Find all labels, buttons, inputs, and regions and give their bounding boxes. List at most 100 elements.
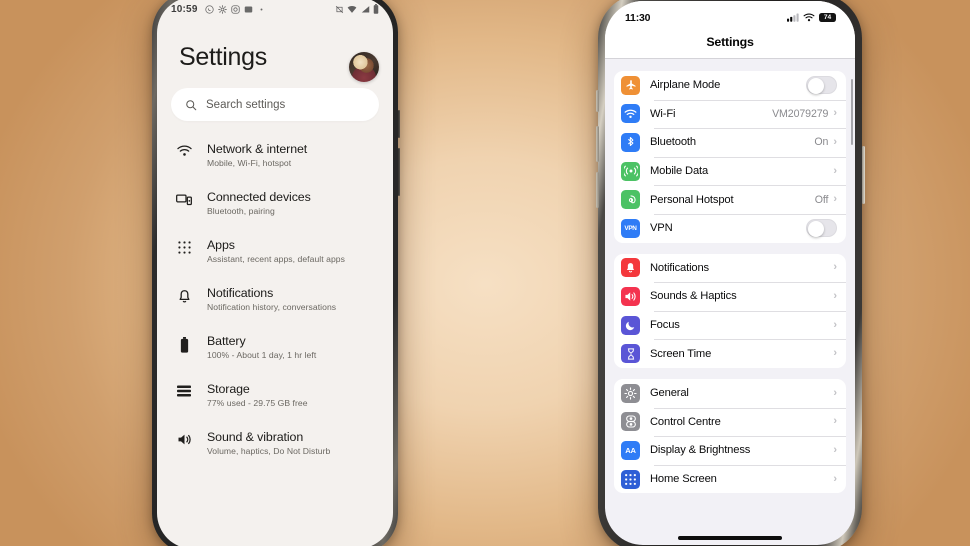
settings-row-bluetooth[interactable]: Bluetooth On › bbox=[614, 128, 846, 157]
search-icon bbox=[186, 99, 197, 110]
chevron-right-icon: › bbox=[833, 415, 837, 428]
settings-row-display-brightness[interactable]: AA Display & Brightness › bbox=[614, 436, 846, 465]
vpn-icon: VPN bbox=[621, 218, 640, 238]
avatar[interactable] bbox=[349, 52, 379, 82]
scrollbar[interactable] bbox=[850, 79, 853, 145]
settings-row-home-screen[interactable]: Home Screen › bbox=[614, 464, 846, 494]
android-status-right-icons bbox=[335, 4, 380, 14]
row-value: On bbox=[814, 136, 829, 149]
row-subtitle: 100% - About 1 day, 1 hr left bbox=[207, 350, 317, 360]
chevron-right-icon: › bbox=[833, 347, 837, 360]
settings-row-screen-time[interactable]: Screen Time › bbox=[614, 339, 846, 368]
row-label: Mobile Data bbox=[650, 165, 709, 178]
iphone-volume-up-button[interactable] bbox=[595, 126, 599, 162]
settings-row-vpn[interactable]: VPN VPN bbox=[614, 213, 846, 243]
row-subtitle: Mobile, Wi-Fi, hotspot bbox=[207, 158, 292, 168]
row-label: Screen Time bbox=[650, 347, 712, 360]
android-volume-button[interactable] bbox=[397, 148, 400, 196]
comparison-stage: 10:59 Settings Search settings Network &… bbox=[0, 0, 970, 546]
settings-row-storage[interactable]: Storage 77% used - 29.75 GB free bbox=[157, 371, 393, 419]
row-title: Notifications bbox=[207, 286, 274, 300]
iphone-settings-content: Airplane Mode Wi-Fi VM2079279 › Bluetoot… bbox=[605, 71, 855, 494]
iphone-status-bar: 11:30 74 bbox=[605, 1, 855, 31]
row-label: Home Screen bbox=[650, 473, 717, 486]
settings-row-sound[interactable]: Sound & vibration Volume, haptics, Do No… bbox=[157, 419, 393, 467]
android-clock: 10:59 bbox=[171, 3, 198, 15]
more-dot-icon bbox=[260, 8, 263, 10]
android-power-button[interactable] bbox=[397, 110, 400, 138]
settings-group-connectivity: Airplane Mode Wi-Fi VM2079279 › Bluetoot… bbox=[614, 71, 846, 243]
row-title: Sound & vibration bbox=[207, 430, 304, 444]
whatsapp-icon bbox=[204, 4, 214, 14]
screen-time-icon bbox=[621, 344, 640, 364]
iphone-status-right-icons: 74 bbox=[787, 12, 836, 23]
settings-row-network[interactable]: Network & internet Mobile, Wi-Fi, hotspo… bbox=[157, 131, 393, 179]
app-icon bbox=[244, 6, 252, 12]
row-value: VM2079279 bbox=[772, 107, 829, 120]
settings-group-notifications: Notifications › Sounds & Haptics › Focus… bbox=[614, 253, 846, 368]
home-indicator[interactable] bbox=[678, 536, 782, 540]
iphone-side-button[interactable] bbox=[861, 146, 865, 204]
settings-row-apps[interactable]: Apps Assistant, recent apps, default app… bbox=[157, 227, 393, 275]
home-screen-icon bbox=[621, 469, 640, 489]
sounds-haptics-icon bbox=[621, 286, 640, 306]
settings-row-notifications[interactable]: Notifications › bbox=[614, 254, 846, 283]
battery-level: 74 bbox=[819, 12, 836, 23]
row-title: Connected devices bbox=[207, 190, 311, 204]
storage-icon bbox=[175, 382, 193, 397]
general-gear-icon bbox=[621, 383, 640, 403]
iphone-frame: 11:30 74 Settings Airplane Mode Wi-Fi VM… bbox=[595, 0, 865, 546]
settings-row-control-centre[interactable]: Control Centre › bbox=[614, 407, 846, 437]
settings-group-general: General › Control Centre › AA Display & … bbox=[614, 378, 846, 494]
android-phone-frame: 10:59 Settings Search settings Network &… bbox=[152, 0, 400, 546]
chevron-right-icon: › bbox=[833, 443, 837, 456]
devices-icon bbox=[175, 190, 193, 206]
search-input[interactable]: Search settings bbox=[171, 88, 379, 121]
row-label: General bbox=[650, 387, 689, 400]
mobile-data-icon bbox=[621, 161, 640, 181]
settings-row-sounds-haptics[interactable]: Sounds & Haptics › bbox=[614, 282, 846, 311]
wifi-icon bbox=[803, 13, 815, 22]
control-centre-icon bbox=[621, 412, 640, 432]
airplane-mode-toggle[interactable] bbox=[806, 76, 837, 95]
wifi-icon bbox=[621, 104, 640, 124]
apps-grid-icon bbox=[175, 238, 193, 254]
row-label: VPN bbox=[650, 222, 673, 235]
settings-row-wifi[interactable]: Wi-Fi VM2079279 › bbox=[614, 99, 846, 129]
row-label: Bluetooth bbox=[650, 136, 696, 149]
iphone-clock: 11:30 bbox=[625, 11, 651, 24]
settings-row-general[interactable]: General › bbox=[614, 379, 846, 408]
android-status-bar: 10:59 bbox=[157, 0, 393, 21]
android-screen: 10:59 Settings Search settings Network &… bbox=[157, 0, 393, 546]
toggle-knob bbox=[808, 77, 824, 94]
wifi-icon bbox=[347, 5, 357, 13]
chevron-right-icon: › bbox=[833, 472, 837, 485]
row-label: Control Centre bbox=[650, 415, 721, 428]
settings-row-battery[interactable]: Battery 100% - About 1 day, 1 hr left bbox=[157, 323, 393, 371]
settings-gear-icon bbox=[217, 4, 227, 14]
row-label: Airplane Mode bbox=[650, 79, 721, 92]
iphone-screen: 11:30 74 Settings Airplane Mode Wi-Fi VM… bbox=[605, 1, 855, 545]
settings-row-personal-hotspot[interactable]: Personal Hotspot Off › bbox=[614, 185, 846, 214]
settings-row-notifications[interactable]: Notifications Notification history, conv… bbox=[157, 275, 393, 323]
vpn-toggle[interactable] bbox=[806, 219, 837, 238]
wifi-icon bbox=[175, 142, 193, 157]
iphone-nav-title: Settings bbox=[605, 31, 855, 59]
row-label: Display & Brightness bbox=[650, 444, 751, 457]
display-brightness-icon: AA bbox=[621, 440, 640, 460]
volume-icon bbox=[175, 430, 193, 446]
settings-row-mobile-data[interactable]: Mobile Data › bbox=[614, 156, 846, 186]
cellular-signal-icon bbox=[787, 13, 799, 22]
iphone-mute-switch[interactable] bbox=[596, 90, 599, 112]
airplane-icon bbox=[621, 75, 640, 95]
toggle-knob bbox=[808, 220, 824, 237]
settings-row-connected-devices[interactable]: Connected devices Bluetooth, pairing bbox=[157, 179, 393, 227]
settings-row-airplane-mode[interactable]: Airplane Mode bbox=[614, 71, 846, 100]
row-label: Wi-Fi bbox=[650, 107, 676, 120]
bluetooth-icon bbox=[621, 132, 640, 152]
iphone-volume-down-button[interactable] bbox=[595, 172, 599, 208]
row-subtitle: Bluetooth, pairing bbox=[207, 206, 275, 216]
settings-row-focus[interactable]: Focus › bbox=[614, 310, 846, 340]
vibrate-off-icon bbox=[335, 5, 343, 13]
chevron-right-icon: › bbox=[833, 386, 837, 399]
